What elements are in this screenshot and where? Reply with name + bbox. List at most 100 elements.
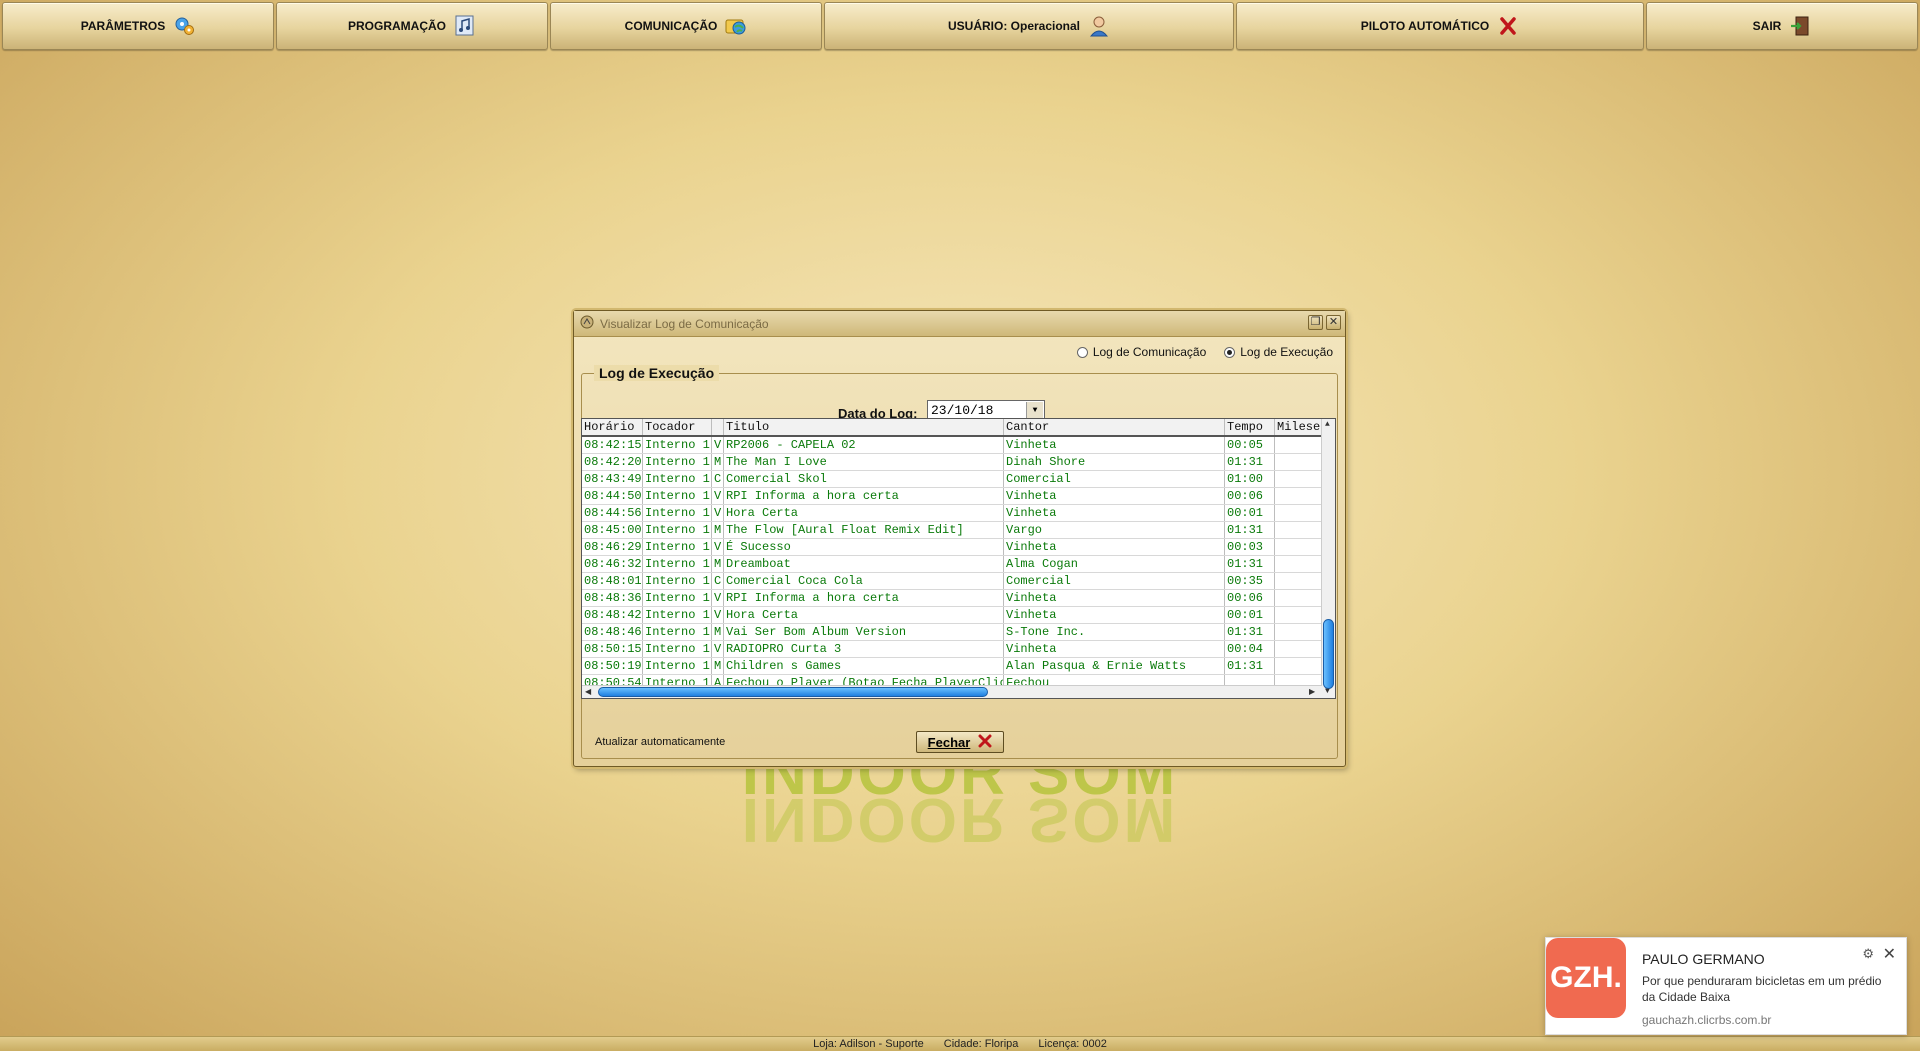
table-cell: Dreamboat xyxy=(724,556,1004,572)
table-row[interactable]: 08:42:20 Interno 1 M The Man I Love Dinah Sh… xyxy=(582,454,1322,471)
table-cell: Interno 1 xyxy=(643,437,712,453)
column-header[interactable]: Tocador xyxy=(643,419,712,435)
scroll-up-icon[interactable]: ▲ xyxy=(1325,420,1330,429)
table-row[interactable]: 08:44:50 Interno 1 V RPI Informa a hora cer… xyxy=(582,488,1322,505)
table-cell: 08:50:19 xyxy=(584,658,643,674)
scroll-down-icon[interactable]: ▼ xyxy=(1325,687,1330,696)
table-cell: V xyxy=(712,590,724,606)
table-cell: 00:06 xyxy=(1225,488,1275,504)
table-cell: The Man I Love xyxy=(724,454,1004,470)
table-cell: M xyxy=(712,454,724,470)
table-row[interactable]: 08:50:15 Interno 1 V RADIOPRO Curta 3 Vinhet… xyxy=(582,641,1322,658)
dialog-titlebar[interactable]: Visualizar Log de Comunicação ❐ ✕ xyxy=(574,311,1345,337)
close-icon[interactable]: ✕ xyxy=(1326,315,1341,330)
table-row[interactable]: 08:42:15 Interno 1 V RP2006 - CAPELA 02 Vinh… xyxy=(582,437,1322,454)
table-row[interactable]: 08:46:29 Interno 1VÉ Sucesso Vinheta 00:03 xyxy=(582,539,1322,556)
music-document-icon xyxy=(454,15,476,37)
table-cell: Vinheta xyxy=(1004,641,1225,657)
vertical-scroll-thumb[interactable] xyxy=(1323,619,1334,689)
table-row[interactable]: 08:48:36 Interno 1 V RPI Informa a hora cer… xyxy=(582,590,1322,607)
table-cell: Vinheta xyxy=(1004,488,1225,504)
top-toolbar: PARÂMETROS PROGRAMAÇÃO COMUNICAÇÃO USUÁR… xyxy=(0,0,1920,54)
table-cell: 00:06 xyxy=(1225,590,1275,606)
parametros-button[interactable]: PARÂMETROS xyxy=(2,2,274,50)
horizontal-scroll-thumb[interactable] xyxy=(598,687,988,697)
table-cell: 00:04 xyxy=(1225,641,1275,657)
comunicacao-label: COMUNICAÇÃO xyxy=(624,19,718,33)
table-cell: Interno 1 xyxy=(643,471,712,487)
user-icon xyxy=(1088,15,1110,37)
column-header[interactable]: Titulo xyxy=(724,419,1004,435)
table-cell: 01:31 xyxy=(1225,658,1275,674)
sair-label: SAIR xyxy=(1752,19,1782,33)
table-cell xyxy=(1275,522,1322,538)
gzh-logo: GZH. xyxy=(1546,938,1626,1018)
column-header[interactable]: Cantor xyxy=(1004,419,1225,435)
column-header[interactable] xyxy=(712,419,724,435)
table-cell: RP2006 - CAPELA 02 xyxy=(724,437,1004,453)
column-header[interactable]: Tempo xyxy=(1225,419,1275,435)
horizontal-scrollbar[interactable]: ◀ ▶ xyxy=(582,685,1322,698)
table-row[interactable]: 08:48:42 Interno 1 V Hora Certa Vinheta 00:01 xyxy=(582,607,1322,624)
scroll-left-icon[interactable]: ◀ xyxy=(585,687,591,697)
red-x-icon xyxy=(978,734,992,751)
table-cell: RPI Informa a hora certa xyxy=(724,488,1004,504)
radio-log-execucao[interactable]: Log de Execução xyxy=(1224,345,1333,359)
table-cell xyxy=(1275,471,1322,487)
globe-folder-icon xyxy=(725,15,747,37)
scroll-right-icon[interactable]: ▶ xyxy=(1309,687,1315,697)
table-cell: Interno 1 xyxy=(643,607,712,623)
table-cell: V xyxy=(712,488,724,504)
piloto-automatico-button[interactable]: PILOTO AUTOMÁTICO xyxy=(1236,2,1644,50)
table-row[interactable]: 08:43:49 Interno 1 C Comercial Skol Comercia… xyxy=(582,471,1322,488)
fechar-button[interactable]: Fechar xyxy=(916,731,1004,753)
status-cidade: Cidade: Floripa xyxy=(943,1038,1019,1050)
chevron-down-icon[interactable]: ▼ xyxy=(1026,402,1043,419)
dialog-title: Visualizar Log de Comunicação xyxy=(600,316,769,331)
table-cell: Vinheta xyxy=(1004,590,1225,606)
close-icon[interactable]: ✕ xyxy=(1883,944,1896,964)
log-type-radios: Log de Comunicação Log de Execução xyxy=(1076,345,1333,359)
fechar-label: Fechar xyxy=(927,734,971,750)
table-cell: Vinheta xyxy=(1004,539,1225,555)
notification-toast[interactable]: GZH. PAULO GERMANO Por que penduraram bi… xyxy=(1545,937,1907,1035)
table-cell: Comercial Skol xyxy=(724,471,1004,487)
table-row[interactable]: 08:44:56 Interno 1 V Hora Certa Vinheta 00:01 xyxy=(582,505,1322,522)
table-cell: S-Tone Inc. xyxy=(1004,624,1225,640)
exit-door-icon xyxy=(1789,15,1811,37)
table-row[interactable]: 08:48:46 Interno 1 M Vai Ser Bom Album Vers… xyxy=(582,624,1322,641)
radio-log-comunicacao[interactable]: Log de Comunicação xyxy=(1076,345,1206,359)
table-cell: 08:44:50 xyxy=(584,488,643,504)
table-row[interactable]: 08:46:32 Interno 1 M Dreamboat Alma Cogan 01:… xyxy=(582,556,1322,573)
table-cell: Interno 1 xyxy=(643,624,712,640)
table-cell: The Flow [Aural Float Remix Edit] xyxy=(724,522,1004,538)
table-cell: 08:42:15 xyxy=(584,437,643,453)
table-cell: 00:03 xyxy=(1225,539,1275,555)
log-grid[interactable]: Horário Tocador Titulo Cantor Tempo Milese 08… xyxy=(581,418,1336,699)
restore-icon[interactable]: ❐ xyxy=(1308,315,1323,330)
notification-source: gauchazh.clicrbs.com.br xyxy=(1642,1013,1772,1027)
notification-title: PAULO GERMANO xyxy=(1642,951,1765,967)
vertical-scrollbar[interactable]: ▲ ▼ xyxy=(1321,419,1335,698)
programacao-button[interactable]: PROGRAMAÇÃO xyxy=(276,2,548,50)
table-row[interactable]: 08:48:01 Interno 1 C Comercial Coca Cola Com… xyxy=(582,573,1322,590)
usuario-button[interactable]: USUÁRIO: Operacional xyxy=(824,2,1234,50)
column-header[interactable]: Horário xyxy=(582,419,643,435)
gear-icon[interactable]: ⚙ xyxy=(1862,946,1874,962)
table-cell: 08:48:46 xyxy=(584,624,643,640)
auto-update-label[interactable]: Atualizar automaticamente xyxy=(595,736,725,748)
sair-button[interactable]: SAIR xyxy=(1646,2,1918,50)
table-cell: RADIOPRO Curta 3 xyxy=(724,641,1004,657)
table-row[interactable]: 08:50:19 Interno 1 M Children s Games Alan P… xyxy=(582,658,1322,675)
table-row[interactable]: 08:45:00 Interno 1 M The Flow [Aural Float … xyxy=(582,522,1322,539)
radio-comunicacao-dot xyxy=(1076,346,1088,358)
table-cell: 08:44:56 xyxy=(584,505,643,521)
table-cell xyxy=(1275,624,1322,640)
table-cell: É Sucesso xyxy=(724,539,1004,555)
radio-execucao-dot xyxy=(1224,346,1236,358)
comunicacao-button[interactable]: COMUNICAÇÃO xyxy=(550,2,822,50)
table-cell: 00:35 xyxy=(1225,573,1275,589)
column-header[interactable]: Milese xyxy=(1275,419,1322,435)
table-cell xyxy=(1275,658,1322,674)
table-cell: 01:31 xyxy=(1225,624,1275,640)
